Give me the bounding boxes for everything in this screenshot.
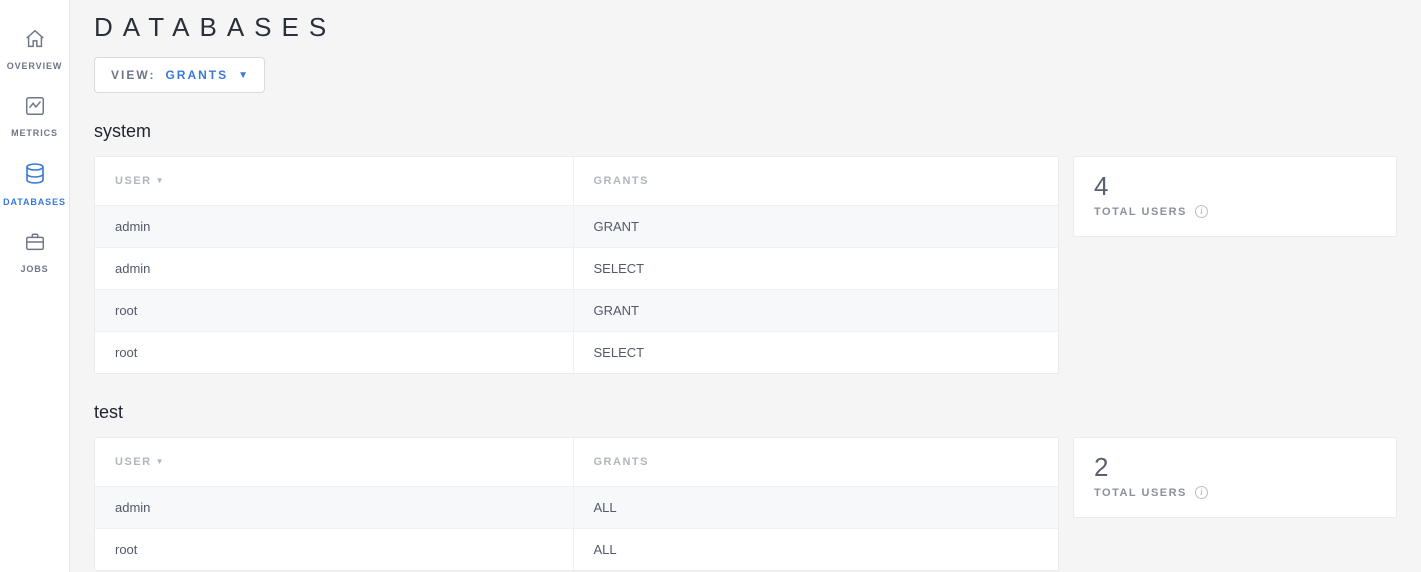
cell-grant: GRANT xyxy=(573,206,1058,248)
database-name: system xyxy=(94,121,1397,142)
table-row: root ALL xyxy=(95,529,1058,571)
cell-user: root xyxy=(95,332,573,374)
sidebar-item-metrics[interactable]: METRICS xyxy=(0,85,69,152)
cell-user: admin xyxy=(95,487,573,529)
view-selector[interactable]: VIEW: GRANTS ▼ xyxy=(94,57,265,93)
sidebar-item-label: OVERVIEW xyxy=(0,61,69,71)
database-section-system: system USER▼ GRANTS xyxy=(94,121,1397,374)
column-header-grants[interactable]: GRANTS xyxy=(573,157,1058,206)
sort-indicator-icon: ▼ xyxy=(156,176,165,185)
database-name: test xyxy=(94,402,1397,423)
caret-down-icon: ▼ xyxy=(238,70,248,81)
grants-table: USER▼ GRANTS admin GRANT xyxy=(94,156,1059,374)
cell-user: admin xyxy=(95,248,573,290)
database-section-test: test USER▼ GRANTS xyxy=(94,402,1397,571)
table-row: admin GRANT xyxy=(95,206,1058,248)
cell-grant: GRANT xyxy=(573,290,1058,332)
total-users-card: 4 TOTAL USERS i xyxy=(1073,156,1397,237)
column-header-user[interactable]: USER▼ xyxy=(95,438,573,487)
sidebar-item-databases[interactable]: DATABASES xyxy=(0,152,69,221)
sidebar-item-label: DATABASES xyxy=(0,197,69,207)
page-title: DATABASES xyxy=(94,12,1397,43)
cell-grant: ALL xyxy=(573,487,1058,529)
cell-user: admin xyxy=(95,206,573,248)
cell-grant: SELECT xyxy=(573,332,1058,374)
cell-user: root xyxy=(95,290,573,332)
info-icon[interactable]: i xyxy=(1195,486,1208,499)
table-row: root GRANT xyxy=(95,290,1058,332)
sidebar-item-overview[interactable]: OVERVIEW xyxy=(0,18,69,85)
metrics-icon xyxy=(24,104,46,121)
column-header-user[interactable]: USER▼ xyxy=(95,157,573,206)
sidebar: OVERVIEW METRICS DATABASES JOBS xyxy=(0,0,70,572)
cell-grant: ALL xyxy=(573,529,1058,571)
home-icon xyxy=(24,37,46,54)
view-selector-label: VIEW: xyxy=(111,68,155,82)
total-users-count: 2 xyxy=(1094,454,1376,480)
database-icon xyxy=(23,173,47,190)
total-users-card: 2 TOTAL USERS i xyxy=(1073,437,1397,518)
column-header-grants[interactable]: GRANTS xyxy=(573,438,1058,487)
main-content: DATABASES VIEW: GRANTS ▼ system USER▼ xyxy=(70,0,1421,572)
table-row: root SELECT xyxy=(95,332,1058,374)
grants-table: USER▼ GRANTS admin ALL xyxy=(94,437,1059,571)
table-row: admin ALL xyxy=(95,487,1058,529)
sidebar-item-label: METRICS xyxy=(0,128,69,138)
sidebar-item-label: JOBS xyxy=(0,264,69,274)
sidebar-item-jobs[interactable]: JOBS xyxy=(0,221,69,288)
briefcase-icon xyxy=(24,240,46,257)
table-row: admin SELECT xyxy=(95,248,1058,290)
cell-grant: SELECT xyxy=(573,248,1058,290)
cell-user: root xyxy=(95,529,573,571)
sort-indicator-icon: ▼ xyxy=(156,457,165,466)
total-users-label: TOTAL USERS xyxy=(1094,206,1187,218)
total-users-count: 4 xyxy=(1094,173,1376,199)
view-selector-value: GRANTS xyxy=(165,68,228,82)
info-icon[interactable]: i xyxy=(1195,205,1208,218)
total-users-label: TOTAL USERS xyxy=(1094,487,1187,499)
